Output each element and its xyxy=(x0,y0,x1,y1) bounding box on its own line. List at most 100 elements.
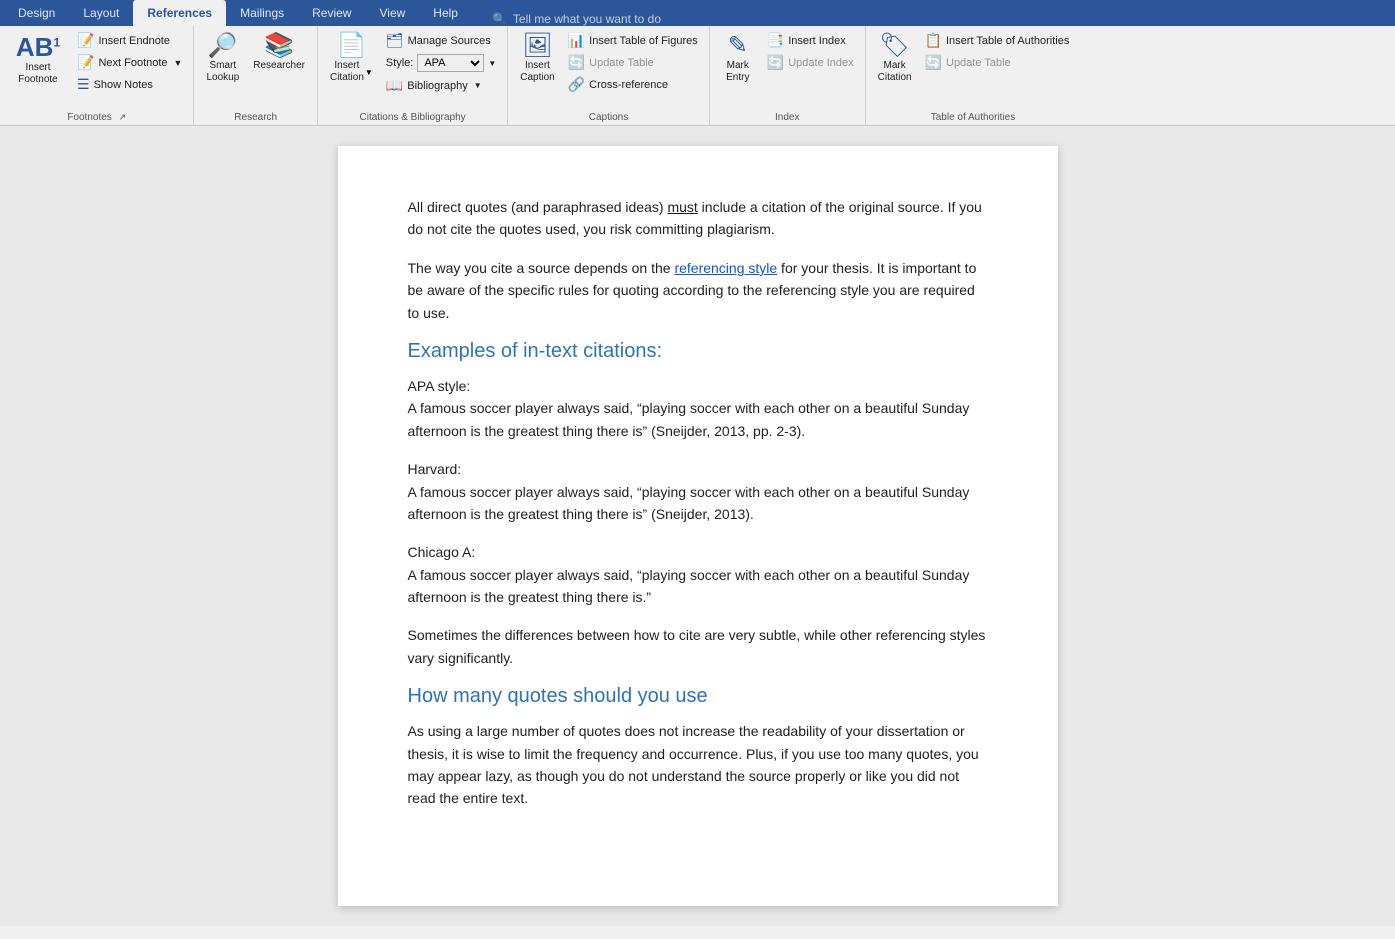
style-dropdown[interactable]: APA MLA Chicago Harvard xyxy=(417,54,484,72)
ribbon-group-captions: 🖼 InsertCaption 📊 Insert Table of Figure… xyxy=(508,26,710,125)
captions-small-group: 📊 Insert Table of Figures 🔄 Update Table… xyxy=(563,30,703,95)
insert-table-of-figures-label: Insert Table of Figures xyxy=(589,35,698,47)
paragraph-apa: APA style: A famous soccer player always… xyxy=(408,375,988,442)
insert-index-button[interactable]: 📑 Insert Index xyxy=(762,30,859,51)
footnotes-dialog-launcher[interactable]: ↗ xyxy=(119,112,127,122)
smart-lookup-label: SmartLookup xyxy=(206,60,239,84)
style-text-label: Style: xyxy=(386,57,414,69)
mark-entry-label: MarkEntry xyxy=(726,60,749,84)
tab-references[interactable]: References xyxy=(133,0,226,26)
insert-index-icon: 📑 xyxy=(767,32,784,49)
endnote-icon: 📝 xyxy=(77,32,94,49)
research-group-label: Research xyxy=(200,110,311,123)
bibliography-label: Bibliography xyxy=(407,80,468,92)
captions-group-label: Captions xyxy=(514,110,703,123)
insert-endnote-button[interactable]: 📝 Insert Endnote xyxy=(72,30,187,51)
mark-entry-icon: ✎ xyxy=(728,34,748,58)
citations-group-label: Citations & Bibliography xyxy=(324,110,501,123)
ribbon-group-authorities: 🏷 MarkCitation 📋 Insert Table of Authori… xyxy=(866,26,1081,125)
document-area: All direct quotes (and paraphrased ideas… xyxy=(0,126,1395,926)
update-table-captions-icon: 🔄 xyxy=(568,54,585,71)
tab-mailings[interactable]: Mailings xyxy=(226,0,298,26)
insert-caption-icon: 🖼 xyxy=(522,34,552,58)
bibliography-icon: 📖 xyxy=(386,77,403,94)
researcher-button[interactable]: 📚 Researcher xyxy=(247,30,311,76)
cross-reference-button[interactable]: 🔗 Cross-reference xyxy=(563,74,703,95)
paragraph-differences: Sometimes the differences between how to… xyxy=(408,624,988,669)
heading-examples: Examples of in-text citations: xyxy=(408,340,988,363)
insert-caption-label: InsertCaption xyxy=(520,60,554,84)
manage-sources-button[interactable]: 🗂 Manage Sources xyxy=(381,30,501,51)
insert-citation-button[interactable]: 📄 InsertCitation ▼ xyxy=(324,30,379,88)
style-arrow: ▼ xyxy=(488,59,496,68)
update-index-icon: 🔄 xyxy=(767,54,784,71)
update-index-button: 🔄 Update Index xyxy=(762,52,859,73)
referencing-style-link[interactable]: referencing style xyxy=(674,260,777,276)
insert-endnote-label: Insert Endnote xyxy=(98,35,170,47)
insert-citation-icon: 📄 xyxy=(336,34,366,58)
show-notes-icon: ☰ xyxy=(77,76,90,93)
update-table-auth-button: 🔄 Update Table xyxy=(920,52,1075,73)
mark-citation-button[interactable]: 🏷 MarkCitation xyxy=(872,30,918,88)
cross-reference-label: Cross-reference xyxy=(589,79,668,91)
tab-review[interactable]: Review xyxy=(298,0,365,26)
paragraph-chicago: Chicago A: A famous soccer player always… xyxy=(408,541,988,608)
index-group-label: Index xyxy=(716,110,859,123)
smart-lookup-icon: 🔎 xyxy=(208,34,238,58)
insert-authorities-icon: 📋 xyxy=(925,32,942,49)
tab-layout[interactable]: Layout xyxy=(69,0,133,26)
insert-index-label: Insert Index xyxy=(788,35,845,47)
bibliography-arrow: ▼ xyxy=(474,81,482,90)
footnote-icon: AB1 xyxy=(16,34,60,60)
update-index-label: Update Index xyxy=(788,57,853,69)
insert-footnote-button[interactable]: AB1 Insert Footnote xyxy=(6,30,70,90)
insert-table-of-authorities-button[interactable]: 📋 Insert Table of Authorities xyxy=(920,30,1075,51)
mark-entry-button[interactable]: ✎ MarkEntry xyxy=(716,30,760,88)
tab-design[interactable]: Design xyxy=(4,0,69,26)
cross-reference-icon: 🔗 xyxy=(568,76,585,93)
bibliography-button[interactable]: 📖 Bibliography ▼ xyxy=(381,75,501,96)
tab-view[interactable]: View xyxy=(365,0,419,26)
researcher-icon: 📚 xyxy=(264,34,294,58)
next-footnote-icon: 📝 xyxy=(77,54,94,71)
style-row: Style: APA MLA Chicago Harvard ▼ xyxy=(381,52,501,74)
footnotes-group-label: Footnotes ↗ xyxy=(6,110,187,123)
index-small-group: 📑 Insert Index 🔄 Update Index xyxy=(762,30,859,73)
insert-footnote-label: Insert Footnote xyxy=(12,62,64,86)
paragraph-how-many: As using a large number of quotes does n… xyxy=(408,720,988,810)
mark-citation-icon: 🏷 xyxy=(879,34,909,58)
document-page[interactable]: All direct quotes (and paraphrased ideas… xyxy=(338,146,1058,906)
paragraph-harvard: Harvard: A famous soccer player always s… xyxy=(408,458,988,525)
insert-table-of-authorities-label: Insert Table of Authorities xyxy=(946,35,1069,47)
next-footnote-button[interactable]: 📝 Next Footnote ▼ xyxy=(72,52,187,73)
insert-table-of-figures-button[interactable]: 📊 Insert Table of Figures xyxy=(563,30,703,51)
next-footnote-label: Next Footnote xyxy=(98,57,167,69)
insert-citation-label: InsertCitation xyxy=(330,60,364,84)
ribbon-tabs: Design Layout References Mailings Review… xyxy=(0,0,1395,26)
update-table-captions-button: 🔄 Update Table xyxy=(563,52,703,73)
table-of-figures-icon: 📊 xyxy=(568,32,585,49)
manage-sources-label: Manage Sources xyxy=(408,35,491,47)
insert-caption-button[interactable]: 🖼 InsertCaption xyxy=(514,30,560,88)
authorities-small-group: 📋 Insert Table of Authorities 🔄 Update T… xyxy=(920,30,1075,73)
citations-small-group: 🗂 Manage Sources Style: APA MLA Chicago … xyxy=(381,30,501,96)
heading-how-many: How many quotes should you use xyxy=(408,685,988,708)
tab-help[interactable]: Help xyxy=(419,0,472,26)
update-table-auth-label: Update Table xyxy=(946,57,1011,69)
ribbon-body: AB1 Insert Footnote 📝 Insert Endnote 📝 N… xyxy=(0,26,1395,126)
search-box-text: Tell me what you want to do xyxy=(513,12,661,26)
smart-lookup-button[interactable]: 🔎 SmartLookup xyxy=(200,30,245,88)
researcher-label: Researcher xyxy=(253,60,305,72)
paragraph-1: All direct quotes (and paraphrased ideas… xyxy=(408,196,988,241)
update-table-captions-label: Update Table xyxy=(589,57,654,69)
ribbon-group-research: 🔎 SmartLookup 📚 Researcher Research xyxy=(194,26,318,125)
show-notes-button[interactable]: ☰ Show Notes xyxy=(72,74,187,95)
footnote-small-group: 📝 Insert Endnote 📝 Next Footnote ▼ ☰ Sho… xyxy=(72,30,187,95)
ribbon-group-footnotes: AB1 Insert Footnote 📝 Insert Endnote 📝 N… xyxy=(0,26,194,125)
paragraph-2: The way you cite a source depends on the… xyxy=(408,257,988,324)
authorities-group-label: Table of Authorities xyxy=(872,110,1075,123)
manage-sources-icon: 🗂 xyxy=(386,32,404,49)
show-notes-label: Show Notes xyxy=(94,79,153,91)
next-footnote-arrow: ▼ xyxy=(174,58,183,68)
ribbon-group-citations: 📄 InsertCitation ▼ 🗂 Manage Sources Styl… xyxy=(318,26,508,125)
